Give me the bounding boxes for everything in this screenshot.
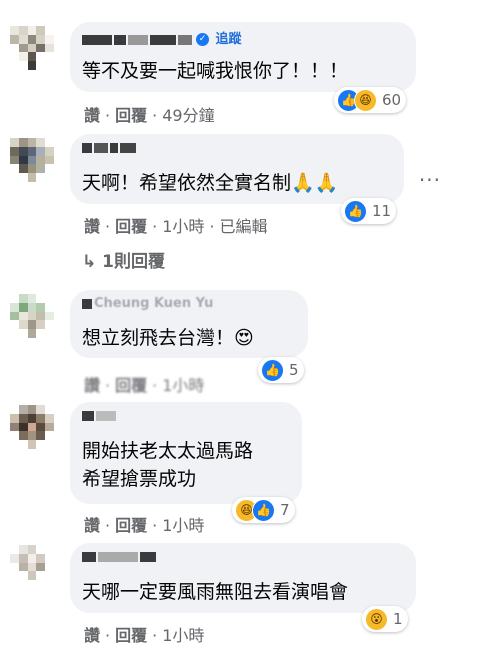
comment-text-line-2: 希望搶票成功	[82, 468, 197, 490]
comment-text: 天哪一定要風雨無阻去看演唱會	[82, 581, 349, 603]
comment-actions: 讚 · 回覆 · 1小時	[84, 516, 205, 535]
comment-actions: 讚 · 回覆 · 1小時	[84, 626, 205, 645]
verified-icon: ✓	[196, 33, 209, 46]
timestamp[interactable]: 1小時	[162, 376, 204, 395]
reaction-summary[interactable]: 👍 5	[258, 357, 304, 383]
reaction-count: 7	[280, 501, 290, 519]
comment-bubble: ✓ 追蹤 等不及要一起喊我恨你了！！！	[70, 22, 416, 92]
reply-button[interactable]: 回覆	[115, 626, 147, 645]
reaction-summary[interactable]: 👍 😆 60	[334, 87, 407, 113]
reply-button[interactable]: 回覆	[115, 516, 147, 535]
comment-bubble: 天哪一定要風雨無阻去看演唱會	[70, 543, 416, 613]
reaction-count: 1	[393, 610, 403, 628]
like-icon: 👍	[344, 199, 367, 223]
haha-icon: 😆	[354, 88, 377, 112]
comment-text: 等不及要一起喊我恨你了！！！	[82, 60, 349, 82]
comment-actions: 讚 · 回覆 · 49分鐘	[84, 106, 215, 125]
like-icon: 👍	[252, 498, 275, 522]
timestamp[interactable]: 1小時	[162, 626, 204, 645]
timestamp[interactable]: 1小時	[162, 516, 204, 535]
like-button[interactable]: 讚	[84, 376, 100, 395]
wow-icon: 😮	[365, 607, 388, 631]
reply-button[interactable]: 回覆	[115, 376, 147, 395]
like-button[interactable]: 讚	[84, 626, 100, 645]
reply-button[interactable]: 回覆	[115, 217, 147, 236]
comment-text-line-1: 開始扶老太太過馬路	[82, 440, 254, 462]
reaction-summary[interactable]: 😆 👍 7	[232, 497, 295, 523]
author-name[interactable]: Cheung Kuen Yu	[82, 296, 213, 314]
like-icon: 👍	[261, 358, 284, 382]
comment-bubble: 開始扶老太太過馬路 希望搶票成功	[70, 402, 302, 504]
avatar[interactable]	[10, 294, 54, 338]
edited-label: 已編輯	[219, 217, 268, 236]
author-name[interactable]	[82, 549, 158, 567]
reply-button[interactable]: 回覆	[115, 106, 147, 125]
avatar[interactable]	[10, 26, 54, 70]
like-button[interactable]: 讚	[84, 106, 100, 125]
avatar[interactable]	[10, 405, 54, 449]
reaction-summary[interactable]: 😮 1	[362, 606, 408, 632]
reaction-count: 11	[372, 202, 392, 220]
timestamp[interactable]: 49分鐘	[162, 106, 214, 125]
follow-link[interactable]: 追蹤	[216, 32, 242, 47]
reaction-count: 60	[382, 91, 402, 109]
comment-actions: 讚 · 回覆 · 1小時 · 已編輯	[84, 217, 268, 236]
comment-text: 天啊！希望依然全實名制🙏🙏	[82, 172, 339, 194]
like-button[interactable]: 讚	[84, 217, 100, 236]
comment-actions: 讚 · 回覆 · 1小時	[84, 376, 205, 395]
author-name[interactable]	[82, 140, 138, 158]
comment-text: 想立刻飛去台灣！😍	[82, 327, 254, 349]
avatar[interactable]	[10, 545, 54, 589]
view-replies-link[interactable]: ↳ 1則回覆	[82, 247, 165, 272]
timestamp[interactable]: 1小時	[162, 217, 204, 236]
more-options-icon[interactable]: ...	[419, 162, 441, 186]
comment-bubble: 天啊！希望依然全實名制🙏🙏	[70, 134, 404, 204]
author-name[interactable]	[82, 408, 118, 426]
like-button[interactable]: 讚	[84, 516, 100, 535]
reaction-summary[interactable]: 👍 11	[341, 198, 397, 224]
reaction-count: 5	[289, 361, 299, 379]
avatar[interactable]	[10, 138, 54, 182]
author-name[interactable]: ✓ 追蹤	[82, 28, 242, 47]
comment-bubble: Cheung Kuen Yu 想立刻飛去台灣！😍	[70, 290, 308, 358]
